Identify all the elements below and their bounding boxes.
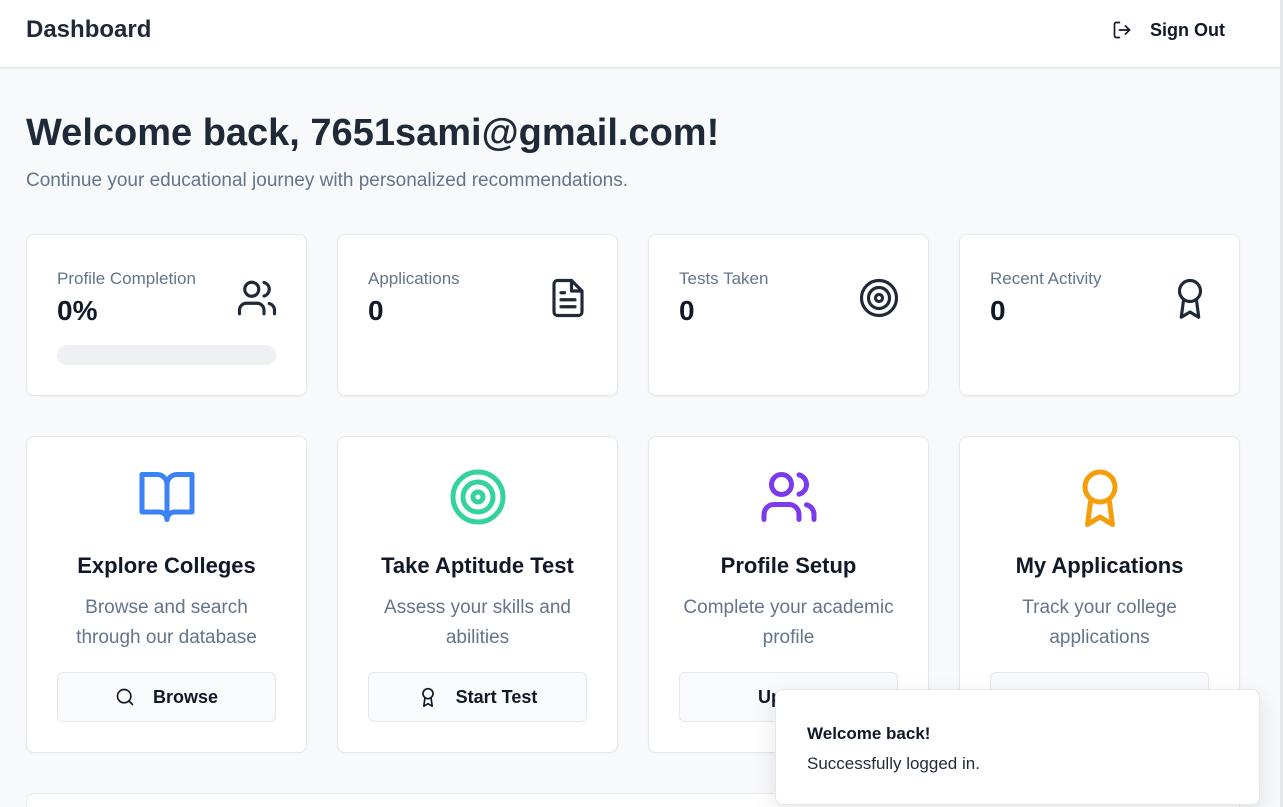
sign-out-label: Sign Out [1150,19,1225,40]
search-icon [116,688,134,706]
stat-card-applications: Applications 0 [337,234,618,396]
stat-value: 0% [57,295,98,326]
sign-out-button[interactable]: Sign Out [1100,12,1240,48]
stat-card-tests-taken: Tests Taken 0 [648,234,929,396]
action-title: Take Aptitude Test [381,553,574,578]
stat-value: 0 [990,295,1006,326]
users-icon [237,280,277,316]
stat-label: Applications [368,269,460,288]
action-description: Track your college applications [1022,597,1177,648]
action-card-explore-colleges: Explore Colleges Browse and search throu… [26,436,307,753]
award-icon [1082,469,1118,527]
stat-label: Recent Activity [990,269,1102,288]
award-icon [421,687,434,707]
stat-card-recent-activity: Recent Activity 0 [959,234,1240,396]
stat-value: 0 [368,295,384,326]
start-test-button-label: Start Test [455,686,538,707]
toast-notification[interactable]: Welcome back! Successfully logged in. [775,689,1260,805]
document-icon [552,278,584,318]
start-test-button[interactable]: Start Test [368,672,587,722]
top-header: Dashboard Sign Out [0,0,1280,68]
action-description: Browse and search through our database [76,597,257,648]
target-icon [859,278,899,318]
action-title: Explore Colleges [77,553,256,578]
action-description: Complete your academic profile [683,597,894,648]
action-card-aptitude-test: Take Aptitude Test Assess your skills an… [337,436,618,753]
browse-button-label: Browse [152,686,219,707]
book-open-icon [139,472,195,522]
toast-title: Welcome back! [807,724,931,743]
action-title: My Applications [1015,553,1184,578]
log-out-icon [1113,21,1131,39]
stat-card-profile-completion: Profile Completion 0% [26,234,307,396]
action-description: Assess your skills and abilities [384,597,571,648]
stat-label: Profile Completion [57,269,196,288]
welcome-subtitle: Continue your educational journey with p… [26,170,629,191]
users-icon [761,472,817,522]
toast-message: Successfully logged in. [807,754,980,773]
stat-label: Tests Taken [679,269,769,288]
action-title: Profile Setup [720,553,857,578]
welcome-heading: Welcome back, 7651sami@gmail.com! [26,112,720,154]
award-icon [1177,278,1203,319]
target-icon [450,469,506,525]
browse-button[interactable]: Browse [57,672,276,722]
stat-value: 0 [679,295,695,326]
page-title: Dashboard [26,16,152,43]
profile-progress-bar [57,345,276,365]
